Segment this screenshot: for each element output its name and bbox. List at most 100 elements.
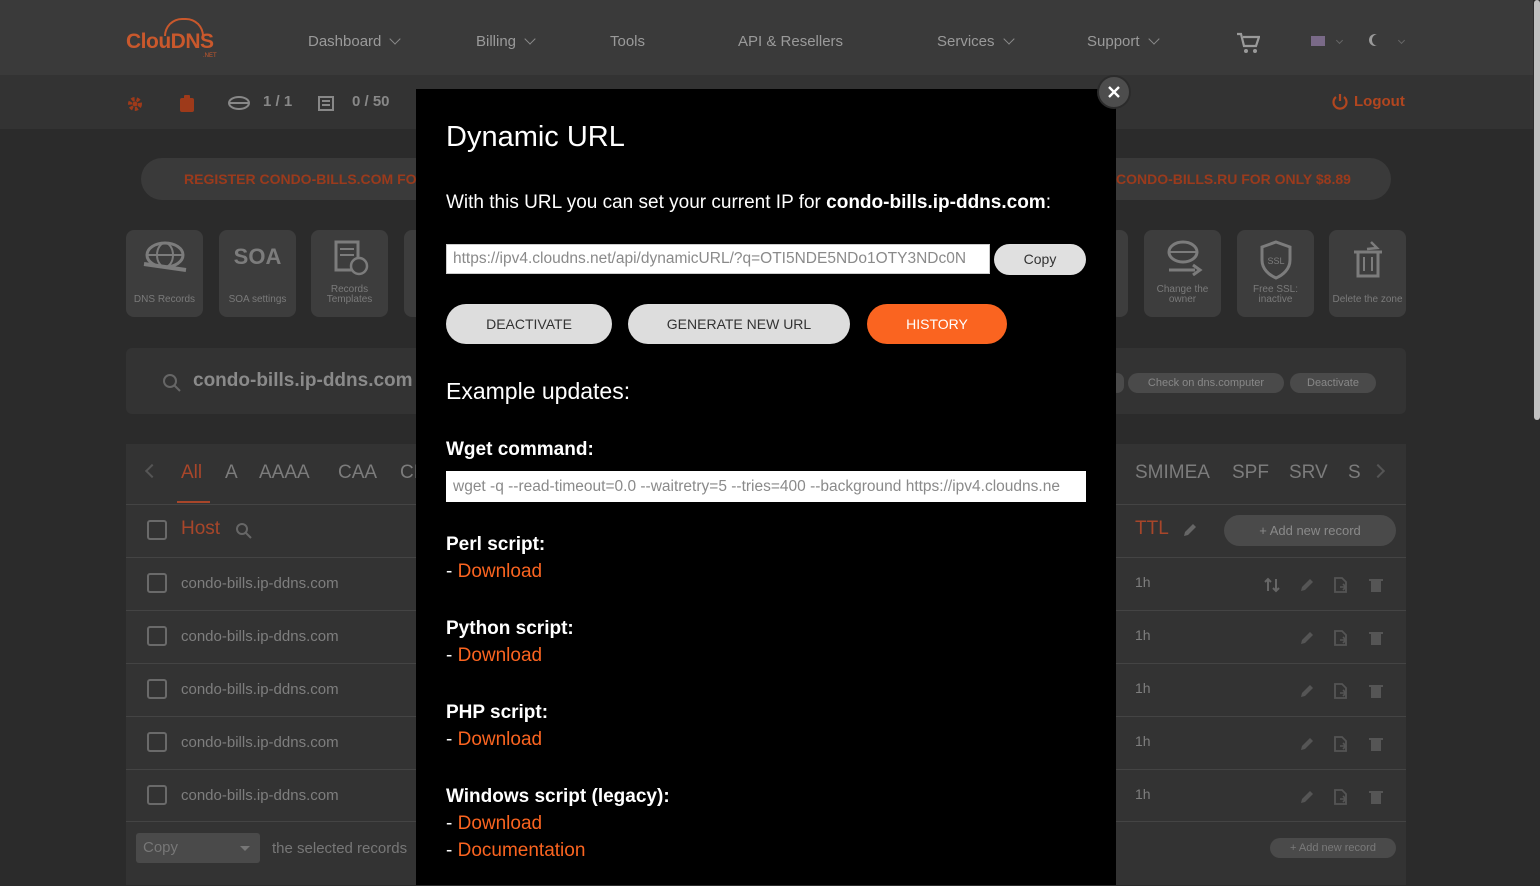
trash-icon[interactable]	[1368, 789, 1384, 805]
pencil-icon[interactable]	[1299, 683, 1315, 699]
row-host: condo-bills.ip-ddns.com	[181, 734, 339, 751]
tab-srv[interactable]: SRV	[1289, 462, 1328, 484]
modal-close-button[interactable]	[1097, 75, 1131, 109]
nav-support[interactable]: Support	[1087, 33, 1160, 50]
tab-partial-right[interactable]: S	[1348, 462, 1361, 484]
row-checkbox[interactable]	[147, 785, 167, 805]
modal-description: With this URL you can set your current I…	[446, 192, 1051, 214]
nav-services[interactable]: Services	[937, 33, 1015, 50]
tool-records-templates[interactable]: Records Templates	[311, 230, 388, 317]
wget-command-field[interactable]: wget -q --read-timeout=0.0 --waitretry=5…	[446, 471, 1086, 502]
cart-icon[interactable]	[1236, 32, 1260, 54]
bulk-action-select[interactable]: Copy	[136, 833, 260, 863]
add-new-record-button[interactable]: + Add new record	[1224, 515, 1396, 546]
soa-icon: SOA	[233, 244, 282, 269]
nav-dashboard[interactable]: Dashboard	[308, 33, 402, 50]
clipboard-icon[interactable]	[179, 95, 195, 113]
python-label: Python script:	[446, 618, 574, 639]
pencil-icon[interactable]	[1299, 577, 1315, 593]
copy-url-button[interactable]: Copy	[994, 244, 1086, 275]
select-all-checkbox[interactable]	[147, 520, 167, 540]
dash: -	[446, 840, 458, 861]
gear-icon[interactable]	[126, 95, 144, 113]
copy-record-icon[interactable]	[1332, 630, 1348, 646]
sort-icon[interactable]	[1264, 577, 1280, 593]
tab-smimea[interactable]: SMIMEA	[1135, 462, 1210, 484]
tab-spf[interactable]: SPF	[1232, 462, 1269, 484]
caret-down-icon	[240, 846, 250, 851]
host-column-header[interactable]: Host	[181, 518, 220, 540]
copy-record-icon[interactable]	[1332, 577, 1348, 593]
pencil-icon[interactable]	[1299, 736, 1315, 752]
ssl-icon: SSL	[1260, 240, 1291, 280]
generate-new-url-button[interactable]: GENERATE NEW URL	[628, 304, 850, 344]
trash-icon[interactable]	[1368, 630, 1384, 646]
tab-caa[interactable]: CAA	[338, 462, 377, 484]
tab-a[interactable]: A	[225, 462, 238, 484]
desc-prefix: With this URL you can set your current I…	[446, 192, 827, 213]
perl-download-line: - Download	[446, 561, 542, 583]
tool-free-ssl[interactable]: SSL Free SSL: inactive	[1237, 230, 1314, 317]
logout-button[interactable]: Logout	[1332, 93, 1405, 110]
nav-services-label: Services	[937, 33, 995, 50]
tool-label: DNS Records	[133, 294, 196, 305]
records-count: 0 / 50	[352, 93, 390, 110]
php-download-link[interactable]: Download	[458, 729, 543, 750]
nav-billing[interactable]: Billing	[476, 33, 536, 50]
python-download-link[interactable]: Download	[458, 645, 543, 666]
nav-tools[interactable]: Tools	[610, 33, 645, 50]
windows-documentation-line: - Documentation	[446, 840, 585, 862]
windows-download-link[interactable]: Download	[458, 813, 543, 834]
nav-api-resellers[interactable]: API & Resellers	[738, 33, 843, 50]
row-checkbox[interactable]	[147, 626, 167, 646]
deactivate-button[interactable]: DEACTIVATE	[446, 304, 612, 344]
php-download-line: - Download	[446, 729, 542, 751]
scrollbar-thumb[interactable]	[1534, 0, 1540, 420]
search-icon[interactable]	[162, 373, 182, 393]
dns-zone-icon	[228, 96, 250, 110]
check-dns-computer-button[interactable]: Check on dns.computer	[1128, 373, 1284, 393]
row-ttl: 1h	[1135, 680, 1151, 696]
ttl-column-header[interactable]: TTL	[1135, 518, 1169, 540]
desc-domain: condo-bills.ip-ddns.com	[826, 192, 1046, 213]
copy-record-icon[interactable]	[1332, 789, 1348, 805]
tool-change-owner[interactable]: Change the owner	[1144, 230, 1221, 317]
search-icon[interactable]	[235, 522, 253, 540]
chevron-down-icon	[1147, 33, 1160, 45]
perl-download-link[interactable]: Download	[458, 561, 543, 582]
pencil-icon[interactable]	[1299, 630, 1315, 646]
row-host: condo-bills.ip-ddns.com	[181, 575, 339, 592]
tool-dns-records[interactable]: DNS Records	[126, 230, 203, 317]
copy-record-icon[interactable]	[1332, 683, 1348, 699]
moon-icon[interactable]	[1372, 34, 1384, 46]
windows-documentation-link[interactable]: Documentation	[458, 840, 586, 861]
cloudns-logo[interactable]: ClouDNS .NET	[126, 18, 222, 60]
trash-icon[interactable]	[1368, 736, 1384, 752]
logout-label: Logout	[1354, 93, 1405, 110]
tool-soa-settings[interactable]: SOA SOA settings	[219, 230, 296, 317]
tab-all[interactable]: All	[181, 462, 202, 484]
deactivate-zone-button[interactable]: Deactivate	[1290, 373, 1376, 393]
zones-count: 1 / 1	[263, 93, 293, 110]
dynamic-url-field[interactable]: https://ipv4.cloudns.net/api/dynamicURL/…	[446, 244, 990, 274]
chevron-down-icon	[389, 33, 402, 45]
dash: -	[446, 813, 458, 834]
tool-delete-zone[interactable]: Delete the zone	[1329, 230, 1406, 317]
flag-icon[interactable]	[1311, 36, 1325, 46]
domain-name: condo-bills.ip-ddns.com	[193, 370, 413, 391]
trash-icon[interactable]	[1368, 577, 1384, 593]
trash-icon[interactable]	[1368, 683, 1384, 699]
row-checkbox[interactable]	[147, 573, 167, 593]
dash: -	[446, 645, 458, 666]
copy-record-icon[interactable]	[1332, 736, 1348, 752]
add-new-record-button-bottom[interactable]: + Add new record	[1270, 838, 1396, 858]
records-icon	[318, 96, 334, 111]
row-checkbox[interactable]	[147, 679, 167, 699]
row-checkbox[interactable]	[147, 732, 167, 752]
pencil-icon[interactable]	[1182, 522, 1198, 538]
examples-heading: Example updates:	[446, 378, 631, 404]
history-button[interactable]: HISTORY	[867, 304, 1007, 344]
tab-aaaa[interactable]: AAAA	[259, 462, 310, 484]
logo-text: ClouDNS	[126, 30, 214, 53]
pencil-icon[interactable]	[1299, 789, 1315, 805]
